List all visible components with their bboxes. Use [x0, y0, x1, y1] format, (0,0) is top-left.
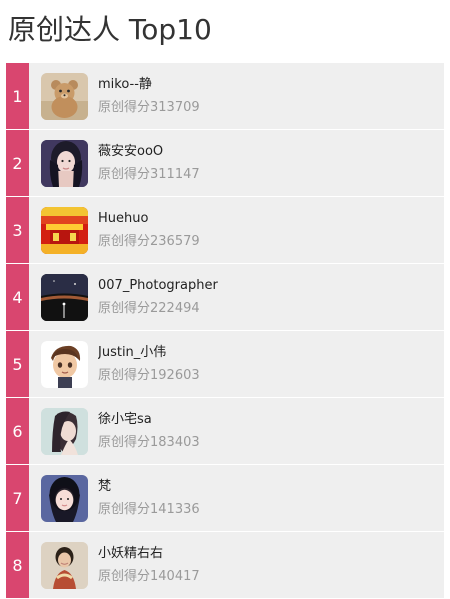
- woman-side-profile-avatar-icon: [41, 407, 88, 455]
- score-label: 原创得分: [98, 434, 151, 450]
- ranking-row-8[interactable]: 8 小妖精右右 原创得分140417: [6, 532, 444, 598]
- rank-badge: 2: [6, 130, 29, 196]
- ranking-row-6[interactable]: 6 徐小宅sa 原创得分183403: [6, 398, 444, 464]
- row-content: Justin_小伟 原创得分192603: [29, 331, 444, 397]
- row-content: 小妖精右右 原创得分140417: [29, 532, 444, 598]
- username[interactable]: 007_Photographer: [98, 277, 218, 295]
- avatar[interactable]: [41, 407, 88, 455]
- score-value: 222494: [150, 300, 200, 316]
- score-label: 原创得分: [98, 367, 151, 383]
- avatar[interactable]: [41, 474, 88, 522]
- woman-smiling-avatar-icon: [41, 541, 88, 589]
- user-info: 梵 原创得分141336: [98, 478, 200, 519]
- rank-badge: 1: [6, 63, 29, 129]
- user-info: miko--静 原创得分313709: [98, 76, 200, 117]
- row-content: 徐小宅sa 原创得分183403: [29, 398, 444, 464]
- avatar[interactable]: [41, 206, 88, 254]
- teddy-bear-avatar-icon: [41, 72, 88, 120]
- score-value: 313709: [150, 99, 200, 115]
- row-content: miko--静 原创得分313709: [29, 63, 444, 129]
- red-yellow-stage-avatar-icon: [41, 206, 88, 254]
- user-info: 徐小宅sa 原创得分183403: [98, 411, 200, 452]
- username[interactable]: 梵: [98, 478, 200, 496]
- avatar[interactable]: [41, 273, 88, 321]
- cartoon-boy-avatar-icon: [41, 340, 88, 388]
- score-value: 141336: [150, 501, 200, 517]
- ranking-row-7[interactable]: 7 梵 原创得分141336: [6, 465, 444, 531]
- score-label: 原创得分: [98, 300, 151, 316]
- girl-portrait-avatar-icon: [41, 474, 88, 522]
- score-value: 311147: [150, 166, 200, 182]
- rank-badge: 5: [6, 331, 29, 397]
- row-content: 薇安安ooO 原创得分311147: [29, 130, 444, 196]
- page-title: 原创达人 Top10: [8, 13, 212, 46]
- score-label: 原创得分: [98, 99, 151, 115]
- score-text: 原创得分311147: [98, 166, 200, 184]
- ranking-row-4[interactable]: 4 007_Photographer 原创得分222494: [6, 264, 444, 330]
- ranking-list: 1 miko--静 原创得分313709 2 薇安安ooO 原创得分311147…: [6, 63, 444, 599]
- username[interactable]: 徐小宅sa: [98, 411, 200, 429]
- avatar[interactable]: [41, 139, 88, 187]
- avatar[interactable]: [41, 340, 88, 388]
- score-text: 原创得分183403: [98, 434, 200, 452]
- username[interactable]: miko--静: [98, 76, 200, 94]
- avatar[interactable]: [41, 72, 88, 120]
- ranking-row-2[interactable]: 2 薇安安ooO 原创得分311147: [6, 130, 444, 196]
- ranking-row-5[interactable]: 5 Justin_小伟 原创得分192603: [6, 331, 444, 397]
- score-text: 原创得分141336: [98, 501, 200, 519]
- score-value: 236579: [150, 233, 200, 249]
- rank-badge: 6: [6, 398, 29, 464]
- score-label: 原创得分: [98, 568, 151, 584]
- score-label: 原创得分: [98, 501, 151, 517]
- username[interactable]: 薇安安ooO: [98, 143, 200, 161]
- score-value: 140417: [150, 568, 200, 584]
- avatar[interactable]: [41, 541, 88, 589]
- user-info: Justin_小伟 原创得分192603: [98, 344, 200, 385]
- user-info: 薇安安ooO 原创得分311147: [98, 143, 200, 184]
- score-value: 192603: [150, 367, 200, 383]
- page: 原创达人 Top10 1 miko--静 原创得分313709 2 薇安安ooO…: [0, 0, 450, 599]
- score-label: 原创得分: [98, 233, 151, 249]
- ranking-row-1[interactable]: 1 miko--静 原创得分313709: [6, 63, 444, 129]
- score-label: 原创得分: [98, 166, 151, 182]
- row-content: Huehuo 原创得分236579: [29, 197, 444, 263]
- score-value: 183403: [150, 434, 200, 450]
- score-text: 原创得分222494: [98, 300, 218, 318]
- night-sky-avatar-icon: [41, 273, 88, 321]
- rank-badge: 3: [6, 197, 29, 263]
- ranking-row-3[interactable]: 3 Huehuo 原创得分236579: [6, 197, 444, 263]
- user-info: 小妖精右右 原创得分140417: [98, 545, 200, 586]
- score-text: 原创得分192603: [98, 367, 200, 385]
- woman-dark-hair-avatar-icon: [41, 139, 88, 187]
- username[interactable]: Justin_小伟: [98, 344, 200, 362]
- username[interactable]: Huehuo: [98, 210, 200, 228]
- user-info: Huehuo 原创得分236579: [98, 210, 200, 251]
- rank-badge: 7: [6, 465, 29, 531]
- row-content: 梵 原创得分141336: [29, 465, 444, 531]
- user-info: 007_Photographer 原创得分222494: [98, 277, 218, 318]
- rank-badge: 8: [6, 532, 29, 598]
- score-text: 原创得分140417: [98, 568, 200, 586]
- score-text: 原创得分313709: [98, 99, 200, 117]
- rank-badge: 4: [6, 264, 29, 330]
- score-text: 原创得分236579: [98, 233, 200, 251]
- username[interactable]: 小妖精右右: [98, 545, 200, 563]
- row-content: 007_Photographer 原创得分222494: [29, 264, 444, 330]
